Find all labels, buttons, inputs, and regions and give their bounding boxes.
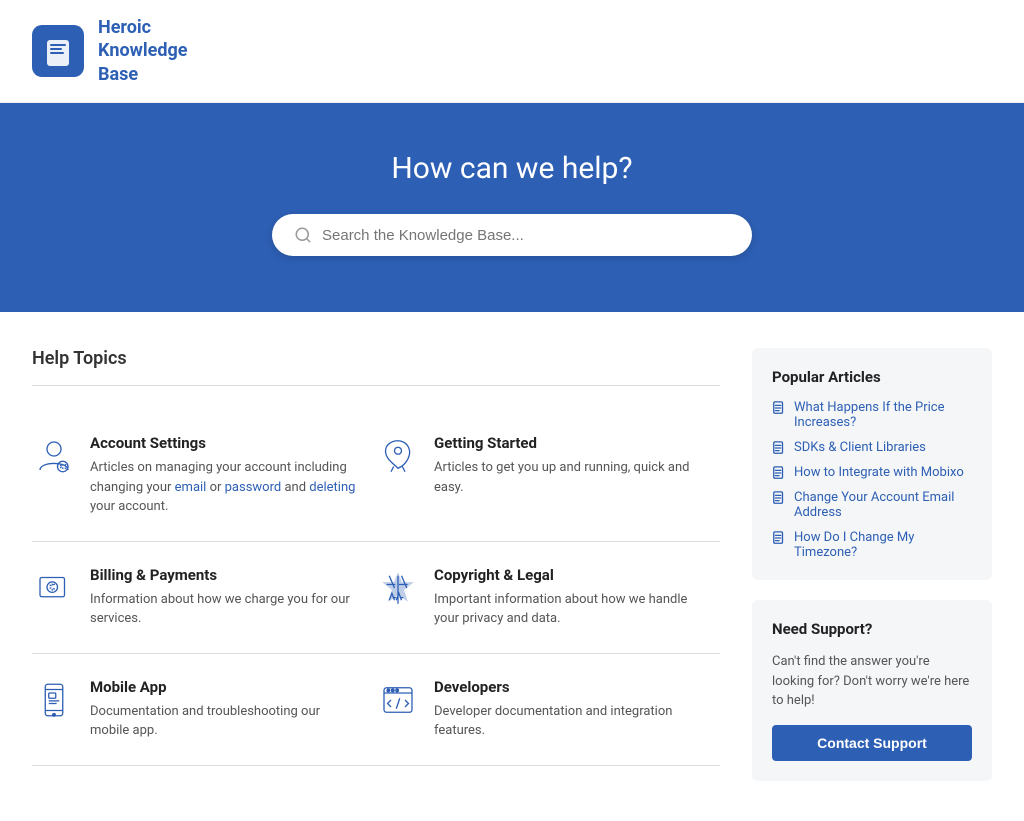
getting-started-title: Getting Started — [434, 434, 700, 452]
article-item-3[interactable]: How to Integrate with Mobixo — [772, 465, 972, 480]
doc-icon — [772, 466, 786, 480]
topic-copyright-legal[interactable]: Copyright & Legal Important information … — [376, 566, 720, 629]
doc-icon — [772, 441, 786, 455]
mobile-app-title: Mobile App — [90, 678, 356, 696]
topic-billing-payments[interactable]: Billing & Payments Information about how… — [32, 566, 376, 629]
article-list: What Happens If the Price Increases? SDK… — [772, 400, 972, 560]
billing-payments-desc: Information about how we charge you for … — [90, 590, 356, 629]
topics-row-1: Account Settings Articles on managing yo… — [32, 410, 720, 542]
logo-icon — [32, 25, 84, 77]
topics-section: Help Topics Account Settings — [32, 348, 720, 781]
support-title: Need Support? — [772, 620, 972, 638]
account-settings-icon — [32, 434, 76, 478]
article-item-5[interactable]: How Do I Change My Timezone? — [772, 530, 972, 560]
logo-text: Heroic Knowledge Base — [98, 16, 187, 86]
topic-getting-started[interactable]: Getting Started Articles to get you up a… — [376, 434, 720, 517]
password-link[interactable]: password — [225, 480, 282, 495]
getting-started-text: Getting Started Articles to get you up a… — [434, 434, 700, 497]
support-text: Can't find the answer you're looking for… — [772, 652, 972, 711]
developers-title: Developers — [434, 678, 700, 696]
main-content: Help Topics Account Settings — [0, 312, 1024, 821]
topics-title: Help Topics — [32, 348, 720, 369]
topic-developers[interactable]: Developers Developer documentation and i… — [376, 678, 720, 741]
getting-started-icon — [376, 434, 420, 478]
need-support-box: Need Support? Can't find the answer you'… — [752, 600, 992, 781]
getting-started-desc: Articles to get you up and running, quic… — [434, 458, 700, 497]
billing-payments-icon — [32, 566, 76, 610]
copyright-legal-text: Copyright & Legal Important information … — [434, 566, 700, 629]
copyright-legal-icon — [376, 566, 420, 610]
topic-mobile-app[interactable]: Mobile App Documentation and troubleshoo… — [32, 678, 376, 741]
mobile-app-text: Mobile App Documentation and troubleshoo… — [90, 678, 356, 741]
doc-icon — [772, 491, 786, 505]
topic-account-settings[interactable]: Account Settings Articles on managing yo… — [32, 434, 376, 517]
article-item-4[interactable]: Change Your Account Email Address — [772, 490, 972, 520]
header: Heroic Knowledge Base — [0, 0, 1024, 103]
popular-articles-box: Popular Articles What Happens If the Pri… — [752, 348, 992, 580]
search-input[interactable] — [322, 227, 730, 244]
contact-support-button[interactable]: Contact Support — [772, 725, 972, 761]
mobile-app-icon — [32, 678, 76, 722]
article-item-2[interactable]: SDKs & Client Libraries — [772, 440, 972, 455]
topics-grid: Account Settings Articles on managing yo… — [32, 410, 720, 766]
hero-section: How can we help? — [0, 103, 1024, 312]
sidebar: Popular Articles What Happens If the Pri… — [752, 348, 992, 781]
popular-articles-title: Popular Articles — [772, 368, 972, 386]
account-settings-text: Account Settings Articles on managing yo… — [90, 434, 356, 517]
copyright-legal-desc: Important information about how we handl… — [434, 590, 700, 629]
billing-payments-title: Billing & Payments — [90, 566, 356, 584]
doc-icon — [772, 401, 786, 415]
account-settings-desc: Articles on managing your account includ… — [90, 458, 356, 517]
topics-row-2: Billing & Payments Information about how… — [32, 542, 720, 654]
topics-divider — [32, 385, 720, 386]
email-link[interactable]: email — [175, 480, 207, 495]
search-icon — [294, 226, 312, 244]
developers-text: Developers Developer documentation and i… — [434, 678, 700, 741]
search-bar — [272, 214, 752, 256]
developers-desc: Developer documentation and integration … — [434, 702, 700, 741]
deleting-link[interactable]: deleting — [309, 480, 355, 495]
mobile-app-desc: Documentation and troubleshooting our mo… — [90, 702, 356, 741]
doc-icon — [772, 531, 786, 545]
article-item-1[interactable]: What Happens If the Price Increases? — [772, 400, 972, 430]
hero-title: How can we help? — [32, 151, 992, 186]
billing-payments-text: Billing & Payments Information about how… — [90, 566, 356, 629]
copyright-legal-title: Copyright & Legal — [434, 566, 700, 584]
developers-icon — [376, 678, 420, 722]
topics-row-3: Mobile App Documentation and troubleshoo… — [32, 654, 720, 766]
account-settings-title: Account Settings — [90, 434, 356, 452]
